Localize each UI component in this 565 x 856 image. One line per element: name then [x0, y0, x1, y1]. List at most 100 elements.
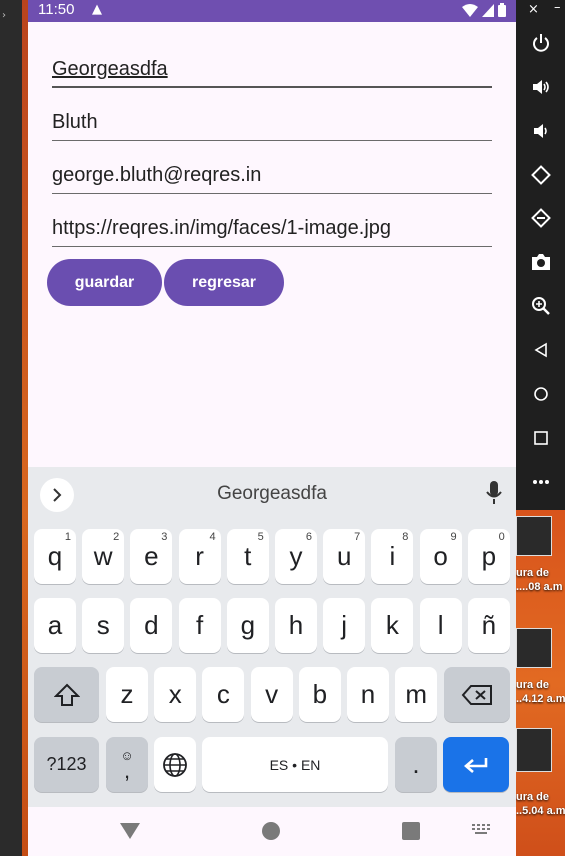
key-b[interactable]: b: [298, 667, 341, 722]
key-label: r: [195, 541, 204, 571]
volume-up-icon[interactable]: [530, 76, 552, 98]
warning-icon: ▲: [92, 2, 102, 17]
key-n[interactable]: n: [347, 667, 389, 722]
keyboard-switch-icon[interactable]: [472, 824, 490, 834]
email-input[interactable]: [52, 158, 492, 194]
key-label: ,: [123, 758, 131, 783]
desktop-left-strip: ›: [0, 0, 28, 856]
status-bar: 11:50 ▲: [28, 0, 516, 22]
back-nav-icon[interactable]: [120, 823, 140, 839]
more-icon[interactable]: [530, 471, 552, 493]
minimize-icon[interactable]: –: [554, 0, 561, 15]
camera-icon[interactable]: [530, 251, 552, 273]
key-hint: 1: [64, 531, 71, 543]
key-m[interactable]: m: [395, 667, 438, 722]
soft-keyboard: Georgeasdfa q1w2e3r4t5y6u7i8o9p0asdfghjk…: [28, 467, 516, 807]
key-hint: 2: [113, 531, 120, 543]
key-h[interactable]: h: [275, 598, 317, 653]
key-l[interactable]: l: [419, 598, 462, 653]
key-p[interactable]: p0: [467, 529, 510, 584]
screenshot-thumbnail[interactable]: [516, 628, 552, 668]
key-o[interactable]: o9: [419, 529, 462, 584]
key-t[interactable]: t5: [226, 529, 269, 584]
home-icon[interactable]: [530, 383, 552, 405]
close-icon[interactable]: ×: [528, 2, 539, 17]
shift-key[interactable]: [34, 667, 99, 722]
key-a[interactable]: a: [34, 598, 76, 653]
key-hint: 6: [305, 531, 312, 543]
key-hint: 4: [209, 531, 216, 543]
back-button[interactable]: regresar: [164, 259, 284, 306]
rotate-right-icon[interactable]: [530, 207, 552, 229]
power-icon[interactable]: [530, 32, 552, 54]
microphone-icon[interactable]: [486, 481, 502, 509]
emoji-comma-key[interactable]: ☺,: [106, 737, 148, 792]
home-nav-icon[interactable]: [262, 822, 280, 840]
user-form: [52, 52, 492, 264]
key-s[interactable]: s: [82, 598, 125, 653]
backspace-icon: [461, 684, 492, 705]
action-buttons: guardar regresar: [47, 259, 284, 306]
key-w[interactable]: w2: [82, 529, 125, 584]
key-q[interactable]: q1: [34, 529, 76, 584]
back-icon[interactable]: [530, 339, 552, 361]
status-time: 11:50: [38, 1, 75, 18]
suggestion-strip: Georgeasdfa: [28, 467, 516, 523]
key-label: w: [93, 541, 113, 571]
phone-screen: 11:50 ▲ guardar regresar George: [28, 0, 516, 856]
key-r[interactable]: r4: [178, 529, 221, 584]
enter-icon: [464, 757, 488, 773]
key-label: o: [433, 541, 448, 571]
screenshot-thumbnail[interactable]: [516, 728, 552, 772]
space-key[interactable]: ES • EN: [202, 737, 388, 792]
first-name-input[interactable]: [52, 52, 492, 88]
android-nav-bar: [28, 807, 516, 856]
first-name-field: [52, 52, 492, 105]
key-j[interactable]: j: [323, 598, 366, 653]
key-y[interactable]: y6: [275, 529, 317, 584]
language-key[interactable]: [154, 737, 196, 792]
emulator-toolbar: × –: [516, 0, 565, 510]
desktop-edge: [0, 0, 22, 856]
chevron-right-icon[interactable]: ›: [2, 10, 6, 21]
email-field: [52, 158, 492, 211]
zoom-icon[interactable]: [530, 295, 552, 317]
key-e[interactable]: e3: [130, 529, 173, 584]
screenshot-thumbnail[interactable]: [516, 516, 552, 556]
key-label: e: [144, 541, 159, 571]
key-ñ[interactable]: ñ: [467, 598, 510, 653]
shift-icon: [53, 683, 80, 706]
key-c[interactable]: c: [202, 667, 245, 722]
volume-down-icon[interactable]: [530, 120, 552, 142]
desktop-item-label: ura de ..4.12 a.m: [516, 679, 565, 705]
key-z[interactable]: z: [106, 667, 148, 722]
key-k[interactable]: k: [371, 598, 414, 653]
desktop-right-area: ura de ....08 a.m ura de ..4.12 a.m ura de…: [516, 510, 565, 856]
key-label: t: [244, 541, 252, 571]
overview-icon[interactable]: [530, 427, 552, 449]
suggestion-word[interactable]: Georgeasdfa: [28, 483, 516, 505]
key-f[interactable]: f: [178, 598, 221, 653]
rotate-left-icon[interactable]: [530, 164, 552, 186]
desktop-item-label: ura de ....08 a.m: [516, 567, 563, 593]
wifi-icon: [462, 3, 478, 17]
battery-icon: [498, 3, 506, 17]
signal-icon: [482, 3, 494, 17]
save-button[interactable]: guardar: [47, 259, 162, 306]
key-x[interactable]: x: [154, 667, 197, 722]
backspace-key[interactable]: [444, 667, 510, 722]
enter-key[interactable]: [443, 737, 509, 792]
key-d[interactable]: d: [130, 598, 173, 653]
symbols-key[interactable]: ?123: [34, 737, 99, 792]
key-i[interactable]: i8: [371, 529, 414, 584]
last-name-input[interactable]: [52, 105, 492, 141]
key-hint: 9: [450, 531, 457, 543]
key-u[interactable]: u7: [323, 529, 366, 584]
key-hint: 0: [498, 531, 505, 543]
recents-nav-icon[interactable]: [402, 822, 420, 840]
key-v[interactable]: v: [250, 667, 293, 722]
period-key[interactable]: .: [395, 737, 437, 792]
avatar-url-input[interactable]: [52, 211, 492, 247]
key-g[interactable]: g: [226, 598, 269, 653]
key-hint: 3: [161, 531, 168, 543]
